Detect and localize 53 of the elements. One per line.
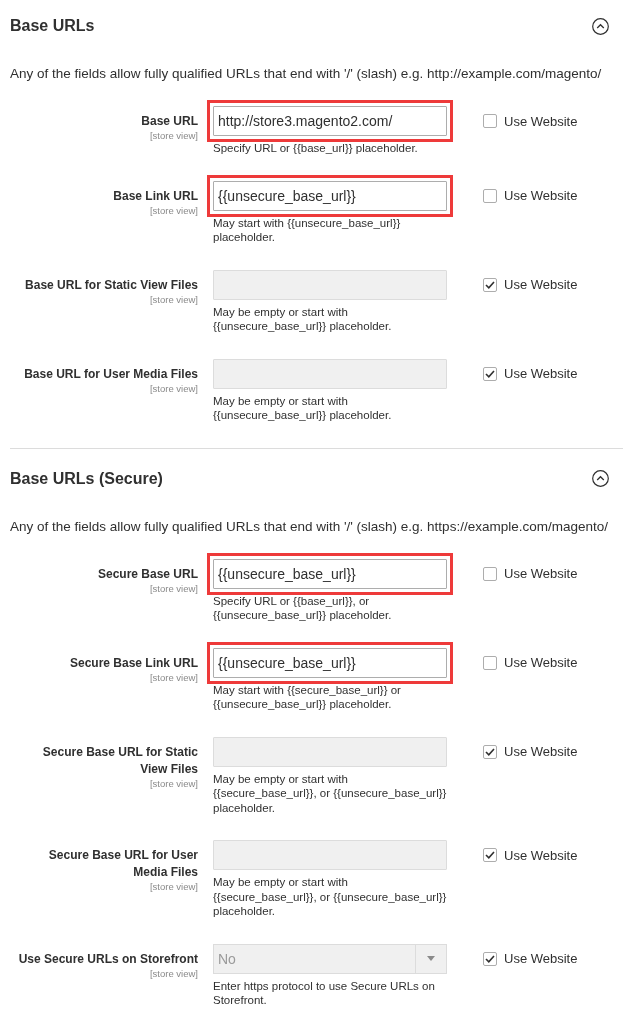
url-field[interactable]: {{unsecure_base_url}} — [213, 558, 447, 589]
scope-label: [store view] — [149, 204, 198, 217]
field-label: Base URL — [141, 113, 198, 130]
url-field[interactable]: {{unsecure_base_url}} — [213, 647, 447, 678]
collapse-icon — [592, 470, 609, 487]
checkmark-icon — [485, 369, 495, 378]
field-hint: May be empty or start with {{unsecure_base_url}} placeholder. — [213, 393, 393, 423]
scope-label: [store view] — [149, 582, 198, 595]
checkbox[interactable] — [483, 114, 497, 128]
section-title: Base URLs — [10, 16, 95, 36]
scope-label: [store view] — [149, 967, 198, 980]
checkbox-label[interactable]: Use Website — [504, 113, 578, 129]
checkbox-label[interactable]: Use Website — [504, 655, 578, 670]
field-hint: May be empty or start with {{secure_base_url}}, or {{unsecure_base_url}} placeholder. — [213, 875, 447, 919]
section-description: Any of the fields allow fully qualified URLs that end with '/' (slash) e.g. https://example.com/magento/ — [10, 517, 609, 535]
field-hint: May start with {{unsecure_base_url}} placeholder. — [213, 215, 402, 245]
section-title: Base URLs (Secure) — [10, 468, 163, 489]
checkbox[interactable] — [483, 566, 497, 581]
checkbox[interactable] — [483, 188, 497, 203]
field-hint: Specify URL or {{base_url}} placeholder. — [213, 141, 419, 156]
caret-icon — [427, 956, 435, 961]
collapse-icon — [592, 17, 609, 35]
field-label: Base Link URL — [113, 187, 198, 205]
field-label: Secure Base URL — [97, 565, 198, 583]
checkbox-label[interactable]: Use Website — [504, 188, 578, 203]
field-hint: May start with {{secure_base_url}} or {{unsecure_base_url}} placeholder. — [213, 682, 402, 712]
scope-label: [store view] — [149, 130, 198, 142]
section-description: Any of the fields allow fully qualified URLs that end with '/' (slash) e.g. http://example.com/magento/ — [10, 65, 603, 82]
field-label: Base URL for User Media Files — [24, 365, 198, 383]
checkbox-label[interactable]: Use Website — [504, 566, 578, 581]
field-label: Secure Base URL for User Media Files — [47, 847, 198, 881]
field-hint: May be empty or start with {{unsecure_base_url}} placeholder. — [213, 304, 393, 334]
url-field[interactable]: {{unsecure_base_url}} — [213, 180, 447, 211]
scope-label: [store view] — [149, 777, 198, 790]
field-hint: May be empty or start with {{secure_base_url}}, or {{unsecure_base_url}} placeholder. — [213, 771, 447, 815]
field-label: Base URL for Static View Files — [25, 276, 198, 294]
field-hint: Specify URL or {{base_url}}, or {{unsecure_base_url}} placeholder. — [213, 593, 393, 623]
collapse-button[interactable] — [592, 470, 609, 487]
field-label: Use Secure URLs on Storefront — [18, 950, 198, 968]
scope-label: [store view] — [149, 881, 198, 893]
url-field[interactable]: http://store3.magento2.com/ — [213, 106, 447, 136]
scope-label: [store view] — [149, 382, 198, 395]
field-label: Secure Base URL for Static View Files — [41, 743, 198, 778]
checkmark-icon — [485, 954, 495, 963]
scope-label: [store view] — [149, 293, 198, 306]
checkbox[interactable] — [483, 655, 497, 670]
field-hint: Enter https protocol to use Secure URLs on Storefront. — [213, 978, 436, 1008]
field-label: Secure Base Link URL — [69, 654, 198, 672]
checkmark-icon — [485, 280, 495, 289]
checkmark-icon — [485, 851, 495, 859]
collapse-button[interactable] — [592, 17, 609, 35]
checkmark-icon — [485, 747, 495, 756]
scope-label: [store view] — [149, 671, 198, 684]
